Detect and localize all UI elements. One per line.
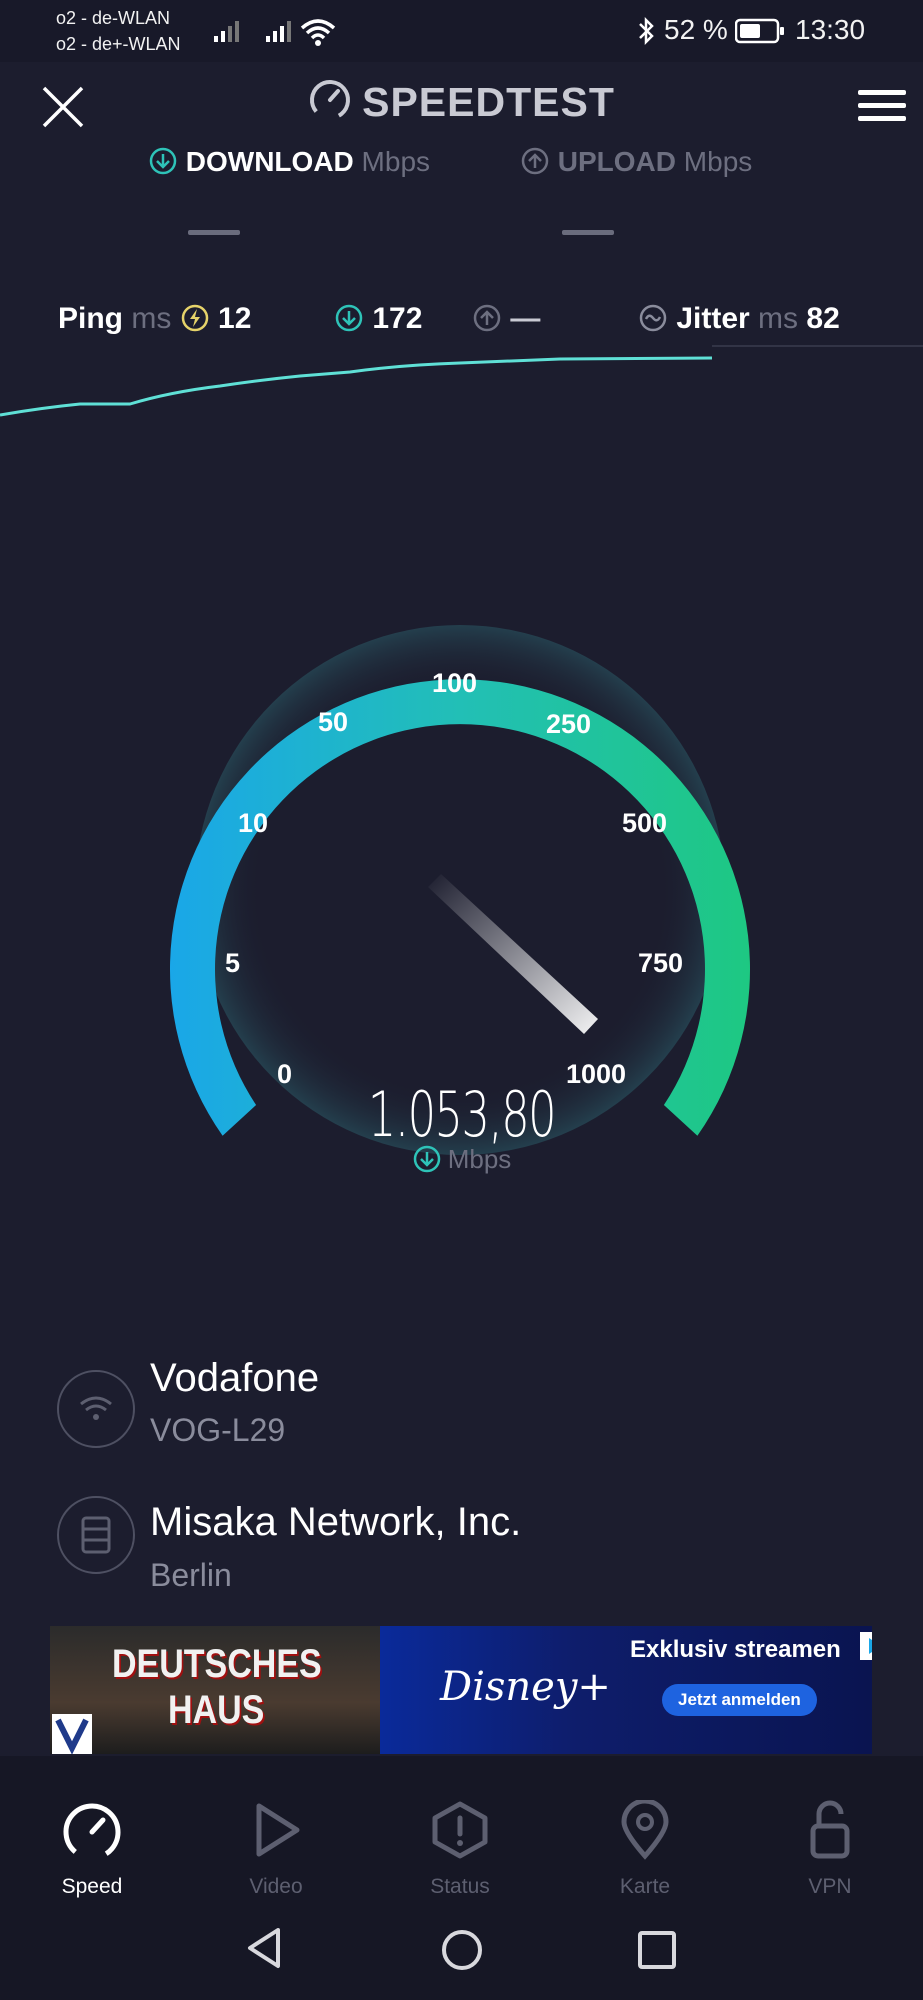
nav-label-vpn: VPN <box>808 1875 852 1898</box>
ad-play-icon <box>869 1638 872 1654</box>
download-unit-icon <box>413 1145 440 1173</box>
upload-label: UPLOAD <box>557 146 677 177</box>
ad-right-panel: Disney+ Exklusiv streamen Jetzt anmelden <box>380 1626 872 1754</box>
ad-left-panel: DEUTSCHES HAUS <box>50 1626 380 1754</box>
jitter-value: 82 <box>806 302 840 335</box>
gauge-tick-500: 500 <box>622 808 668 838</box>
tab-download[interactable]: DOWNLOAD Mbps <box>148 146 430 178</box>
status-bar: o2 - de-WLAN o2 - de+-WLAN 52 % 13:30 <box>0 0 923 62</box>
system-home-icon[interactable] <box>440 1928 484 1972</box>
ad-logo-icon <box>52 1714 92 1754</box>
nav-label-karte: Karte <box>619 1875 671 1898</box>
speed-unit: Mbps <box>447 1144 512 1174</box>
cell-signal-icon-2 <box>266 21 291 42</box>
download-latency-icon <box>335 304 363 332</box>
cell-signal-icon <box>214 21 239 42</box>
ping-metric: Ping ms 12 <box>58 302 251 336</box>
bluetooth-icon <box>639 16 654 46</box>
page-title: SPEEDTEST <box>0 78 923 126</box>
ad-brand: Disney+ <box>440 1664 611 1710</box>
ad-choices-icon[interactable] <box>860 1632 872 1660</box>
ping-bolt-icon <box>181 304 208 332</box>
server-icon-circle[interactable] <box>57 1496 135 1574</box>
alert-icon <box>432 1801 488 1859</box>
unlock-icon <box>810 1800 850 1859</box>
nav-item-video[interactable]: Video <box>216 1800 336 1899</box>
speed-unit-row: Mbps <box>0 1144 923 1175</box>
nav-label-video: Video <box>249 1875 303 1898</box>
download-arrow-icon <box>149 147 177 175</box>
jitter-unit: ms <box>758 302 799 335</box>
upload-latency-value: — <box>510 302 541 335</box>
gauge-tick-250: 250 <box>546 709 592 739</box>
ad-headline: Exklusiv streamen <box>630 1636 841 1663</box>
upload-arrow-icon <box>521 147 549 175</box>
map-pin-icon <box>621 1798 669 1860</box>
gauge-tick-10: 10 <box>238 808 269 838</box>
server-name[interactable]: Misaka Network, Inc. <box>150 1500 521 1545</box>
device-model: VOG-L29 <box>150 1412 286 1448</box>
nav-item-status[interactable]: Status <box>400 1800 520 1899</box>
ping-label: Ping <box>58 302 123 335</box>
nav-item-karte[interactable]: Karte <box>585 1798 705 1899</box>
title-text: SPEEDTEST <box>362 79 615 125</box>
ad-title-2: HAUS <box>168 1688 265 1732</box>
ad-title-1: DEUTSCHES <box>112 1642 322 1686</box>
nav-item-vpn[interactable]: VPN <box>770 1800 890 1899</box>
download-value-placeholder <box>188 230 240 235</box>
ad-cta-button[interactable]: Jetzt anmelden <box>662 1684 817 1716</box>
jitter-label: Jitter <box>676 302 750 335</box>
gauge-tick-5: 5 <box>225 948 241 978</box>
jitter-metric: Jitter ms 82 <box>638 302 840 336</box>
ping-value: 12 <box>218 302 252 335</box>
download-latency: 172 <box>334 302 422 336</box>
download-unit: Mbps <box>361 146 431 177</box>
wifi-icon <box>300 19 336 46</box>
speed-graph <box>0 345 923 417</box>
gauge-tick-100: 100 <box>432 668 478 698</box>
ping-unit: ms <box>131 302 172 335</box>
download-latency-value: 172 <box>372 302 423 335</box>
gauge-tick-750: 750 <box>638 948 684 978</box>
isp-name: Vodafone <box>150 1356 320 1400</box>
upload-unit: Mbps <box>683 146 753 177</box>
battery-icon <box>735 18 784 44</box>
speedometer-icon <box>310 80 351 120</box>
ad-banner[interactable]: DEUTSCHES HAUS Disney+ Exklusiv streamen… <box>50 1626 872 1754</box>
system-back-icon[interactable] <box>244 1926 284 1970</box>
upload-latency: — <box>472 302 540 336</box>
jitter-icon <box>639 304 667 332</box>
speed-reading: 1.053,80 <box>367 1078 557 1151</box>
speed-icon <box>63 1803 121 1861</box>
upload-latency-icon <box>473 304 501 332</box>
carrier-label-2: o2 - de+-WLAN <box>56 34 181 54</box>
server-location: Berlin <box>150 1557 232 1593</box>
gauge-tick-50: 50 <box>318 707 349 737</box>
tab-upload[interactable]: UPLOAD Mbps <box>520 146 752 178</box>
download-label: DOWNLOAD <box>185 146 354 177</box>
menu-icon[interactable] <box>858 88 908 124</box>
wifi-icon-outline <box>80 1396 112 1420</box>
system-recents-icon[interactable] <box>637 1930 677 1970</box>
wifi-provider-icon <box>57 1370 135 1448</box>
nav-label-status: Status <box>430 1875 490 1898</box>
carrier-label-1: o2 - de-WLAN <box>56 8 171 28</box>
upload-value-placeholder <box>562 230 614 235</box>
server-icon <box>81 1516 111 1554</box>
play-icon <box>256 1803 300 1857</box>
battery-percent: 52 % <box>664 14 728 45</box>
nav-item-speed[interactable]: Speed <box>32 1800 152 1899</box>
nav-label-speed: Speed <box>61 1875 123 1898</box>
clock: 13:30 <box>795 14 866 45</box>
